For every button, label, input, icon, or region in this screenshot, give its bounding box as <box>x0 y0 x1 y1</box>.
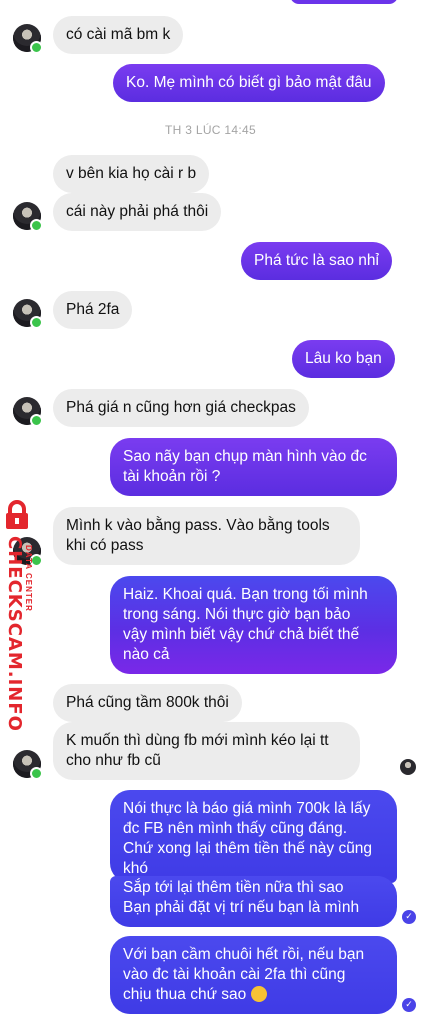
seen-avatar-icon <box>400 759 416 775</box>
online-status-dot <box>30 219 43 232</box>
message-text: Phá cũng tầm 800k thôi <box>66 694 229 711</box>
message-line: Chứ xong lại thêm tiền thế này cũng <box>123 840 373 857</box>
delivered-check-icon: ✓ <box>402 998 416 1012</box>
lock-icon <box>6 500 28 529</box>
outgoing-message[interactable]: Ko. Mẹ mình có biết gì bảo mật đâu <box>113 64 385 102</box>
previous-message-bubble-fragment[interactable] <box>290 0 398 4</box>
outgoing-message[interactable]: Sắp tới lại thêm tiền nữa thì sao Bạn ph… <box>110 876 397 927</box>
message-line: trong sáng. Nói thực giờ bạn bảo <box>123 606 351 623</box>
incoming-message[interactable]: cái này phải phá thôi <box>53 193 222 231</box>
incoming-message[interactable]: K muốn thì dùng fb mới mình kéo lại tt c… <box>53 722 360 780</box>
message-line: K muốn thì dùng fb mới mình kéo lại tt <box>66 732 329 749</box>
contact-avatar[interactable] <box>13 750 43 780</box>
outgoing-message[interactable]: Haiz. Khoai quá. Bạn trong tối mình tron… <box>110 576 397 674</box>
message-text: Phá tức là sao nhỉ <box>254 252 379 269</box>
message-line: khi có pass <box>66 537 144 554</box>
online-status-dot <box>30 414 43 427</box>
contact-avatar[interactable] <box>13 397 43 427</box>
message-line: đc FB nên mình thấy cũng đáng. <box>123 820 348 837</box>
incoming-message[interactable]: Phá 2fa <box>53 291 133 329</box>
message-line: vào đc tài khoản cài 2fa thì cũng <box>123 966 346 983</box>
message-text: Ko. Mẹ mình có biết gì bảo mật đâu <box>126 74 372 91</box>
online-status-dot <box>30 767 43 780</box>
contact-avatar[interactable] <box>13 24 43 54</box>
incoming-message[interactable]: Phá giá n cũng hơn giá checkpas <box>53 389 309 427</box>
outgoing-message[interactable]: Sao nãy bạn chụp màn hình vào đc tài kho… <box>110 438 397 496</box>
online-status-dot <box>30 41 43 54</box>
outgoing-message[interactable]: Với bạn cầm chuôi hết rồi, nếu bạn vào đ… <box>110 936 397 1014</box>
message-text: Phá giá n cũng hơn giá checkpas <box>66 399 296 416</box>
message-line: Haiz. Khoai quá. Bạn trong tối mình <box>123 586 368 603</box>
message-text: v bên kia họ cài r b <box>66 165 197 182</box>
incoming-message[interactable]: Mình k vào bằng pass. Vào bằng tools khi… <box>53 507 360 565</box>
message-line: Với bạn cầm chuôi hết rồi, nếu bạn <box>123 946 365 963</box>
message-text: Lâu ko bạn <box>305 350 382 367</box>
contact-avatar[interactable] <box>13 202 43 232</box>
message-text: Phá 2fa <box>66 301 120 318</box>
message-line: Mình k vào bằng pass. Vào bằng tools <box>66 517 330 534</box>
message-line: vậy mình biết vậy chứ chả biết thế <box>123 626 360 643</box>
message-line: cho như fb cũ <box>66 752 161 769</box>
incoming-message[interactable]: v bên kia họ cài r b <box>53 155 210 193</box>
message-text: chịu thua chứ sao <box>123 986 247 1003</box>
message-text: có cài mã bm k <box>66 26 171 43</box>
message-line: tài khoản rồi ? <box>123 468 221 485</box>
message-line: nào cả <box>123 646 170 663</box>
message-text: cái này phải phá thôi <box>66 203 209 220</box>
message-line: Sao nãy bạn chụp màn hình vào đc <box>123 448 367 465</box>
online-status-dot <box>30 316 43 329</box>
incoming-message[interactable]: có cài mã bm k <box>53 16 184 54</box>
watermark-brand: CHECKSCAM.INFO <box>4 536 25 732</box>
outgoing-message[interactable]: Phá tức là sao nhỉ <box>241 242 392 280</box>
incoming-message[interactable]: Phá cũng tầm 800k thôi <box>53 684 242 722</box>
message-line: Sắp tới lại thêm tiền nữa thì sao <box>123 879 344 896</box>
conversation-timestamp: TH 3 LÚC 14:45 <box>165 123 256 137</box>
contact-avatar[interactable] <box>13 299 43 329</box>
message-line: chịu thua chứ sao <box>123 985 384 1005</box>
message-line: Nói thực là báo giá mình 700k là lấy <box>123 800 371 817</box>
sad-face-emoji-icon <box>250 986 267 1002</box>
outgoing-message[interactable]: Lâu ko bạn <box>292 340 395 378</box>
message-line: Bạn phải đặt vị trí nếu bạn là mình <box>123 899 360 916</box>
outgoing-message[interactable]: Nói thực là báo giá mình 700k là lấy đc … <box>110 790 397 883</box>
delivered-check-icon: ✓ <box>402 910 416 924</box>
watermark-subtitle: DATA CENTER <box>24 545 33 612</box>
